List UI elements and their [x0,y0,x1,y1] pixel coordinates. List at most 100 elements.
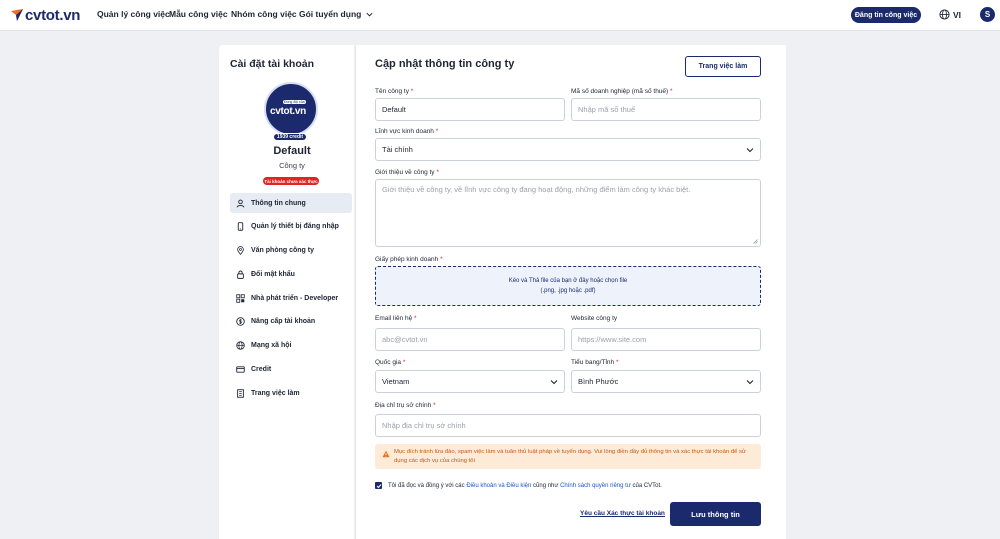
intro-label: Giới thiệu về công ty * [375,169,439,176]
language-selector[interactable]: VI [939,9,961,20]
chevron-down-icon [746,148,754,153]
sidebar-item-developer[interactable]: Nhà phát triển - Developer [230,288,352,308]
lock-icon [237,270,244,279]
required-mark: * [440,256,443,263]
verify-status-badge: Tài khoản chưa xác thực [263,177,319,185]
nav-job-groups[interactable]: Nhóm công việc [231,9,297,19]
chevron-down-icon [550,380,558,385]
sidebar-item-social[interactable]: Mạng xã hội [230,336,352,356]
license-dropzone[interactable]: Kéo và Thả file của bạn ở đây hoặc chọn … [375,266,761,306]
jobs-page-button[interactable]: Trang việc làm [685,56,761,77]
sidebar-item-general-info[interactable]: Thông tin chung [230,193,352,213]
agree-prefix: Tôi đã đọc và đồng ý với các [388,482,465,489]
sidebar-item-credit[interactable]: Credit [230,360,352,380]
terms-agreement: Tôi đã đọc và đồng ý với các Điều khoản … [375,482,662,489]
check-icon [376,483,381,488]
dropzone-instruction: Kéo và Thả file của bạn ở đây hoặc chọn … [508,278,628,284]
terms-checkbox[interactable] [375,482,382,489]
chevron-down-icon [366,13,373,17]
nav-manage-jobs[interactable]: Quản lý công việc [97,9,170,19]
industry-select[interactable]: Tài chính [375,138,761,161]
industry-label: Lĩnh vực kinh doanh * [375,128,438,135]
nav-recruit-packages[interactable]: Gói tuyển dụng [299,9,373,19]
email-input[interactable]: abc@cvtot.vn [375,328,565,351]
website-label: Website công ty [571,315,618,322]
privacy-link[interactable]: Chính sách quyền riêng tư [560,483,631,489]
tax-code-label: Mã số doanh nghiệp (mã số thuế) * [571,88,673,95]
sidebar-item-label: Quản lý thiết bị đăng nhập [251,223,339,231]
sidebar-title: Cài đặt tài khoản [230,58,315,70]
country-selected-value: Vietnam [382,377,410,386]
email-label: Email liên hệ * [375,315,417,322]
sidebar-item-label: Mạng xã hội [251,342,292,350]
sidebar-item-upgrade[interactable]: Nâng cấp tài khoản [230,312,352,332]
sidebar-item-jobs-page[interactable]: Trang việc làm [230,383,352,403]
account-settings-sidebar: Cài đặt tài khoản Đồng đội của cvtot.vn … [219,45,354,539]
label-text: Mã số doanh nghiệp (mã số thuế) [571,88,669,95]
sidebar-item-change-password[interactable]: Đổi mật khẩu [230,264,352,284]
sidebar-item-label: Nâng cấp tài khoản [251,318,316,326]
cvtot-logo[interactable]: cvtot.vn [10,7,80,24]
logo-brand-text: cvtot.vn [270,106,306,117]
tax-code-input[interactable]: Nhập mã số thuế [571,98,761,121]
required-mark: * [670,88,673,95]
agree-suffix: của CVTot. [632,482,662,489]
chevron-down-icon [746,380,754,385]
company-type: Công ty [279,161,305,170]
label-text: Lĩnh vực kinh doanh [375,128,434,135]
label-text: Tên công ty [375,88,409,95]
building-icon [237,389,244,398]
label-text: Giấy phép kinh doanh [375,256,439,263]
user-icon [236,199,245,208]
warning-banner: Mục đích tránh lừa đảo, spam việc làm và… [375,444,761,469]
terms-link[interactable]: Điều khoản và Điều kiện [466,483,531,489]
sidebar-item-label: Văn phòng công ty [251,247,314,255]
country-select[interactable]: Vietnam [375,370,565,393]
province-selected-value: Bình Phước [578,377,619,386]
logo-mark-icon [11,9,23,21]
language-label: VI [953,9,962,20]
user-avatar[interactable]: S [980,7,995,22]
warning-icon [382,450,390,458]
company-logo[interactable]: Đồng đội của cvtot.vn [264,82,318,136]
post-job-button[interactable]: Đăng tin công việc [851,7,921,23]
label-text: Địa chỉ trụ sở chính [375,402,432,409]
sidebar-item-label: Trang việc làm [251,389,300,397]
address-input[interactable]: Nhập địa chỉ trụ sở chính [375,414,761,437]
company-name-label: Tên công ty * [375,88,413,95]
sidebar-item-label: Thông tin chung [251,199,306,207]
nav-job-templates[interactable]: Mẫu công việc [169,9,228,19]
license-label: Giấy phép kinh doanh * [375,256,443,263]
company-name-input[interactable]: Default [375,98,565,121]
address-label: Địa chỉ trụ sở chính * [375,402,436,409]
dropzone-file-types: (.png, .jpg hoặc .pdf) [540,288,596,294]
label-text: Email liên hệ [375,315,413,322]
nav-recruit-packages-label: Gói tuyển dụng [299,9,362,19]
agree-middle: cũng như [533,482,559,489]
website-input[interactable]: https://www.site.com [571,328,761,351]
label-text: Giới thiệu về công ty [375,169,435,176]
sidebar-item-office[interactable]: Văn phòng công ty [230,241,352,261]
sidebar-item-label: Credit [251,366,272,374]
required-mark: * [433,402,436,409]
dollar-icon [236,317,245,327]
sidebar-item-devices[interactable]: Quản lý thiết bị đăng nhập [230,217,352,237]
credit-badge: 1939 credit [273,133,307,141]
required-mark: * [615,359,619,366]
intro-textarea[interactable]: Giới thiệu về công ty, về lĩnh vực công … [375,179,761,247]
intro-placeholder: Giới thiệu về công ty, về lĩnh vực công … [382,185,691,194]
required-mark: * [435,128,439,135]
verify-account-link[interactable]: Yêu cầu Xác thực tài khoản [580,510,665,517]
location-icon [237,246,244,256]
label-text: Quốc gia [375,359,402,366]
logo-badge: Đồng đội của [283,100,306,104]
save-button[interactable]: Lưu thông tin [670,502,761,526]
warning-text: Mục đích tránh lừa đảo, spam việc làm và… [394,449,746,465]
globe-icon [939,9,950,20]
resize-handle-icon[interactable] [753,239,758,244]
province-select[interactable]: Bình Phước [571,370,761,393]
phone-icon [237,222,244,232]
required-mark: * [402,359,406,366]
globe-icon [236,341,245,350]
sidebar-menu: Thông tin chung Quản lý thiết bị đăng nh… [230,193,352,407]
